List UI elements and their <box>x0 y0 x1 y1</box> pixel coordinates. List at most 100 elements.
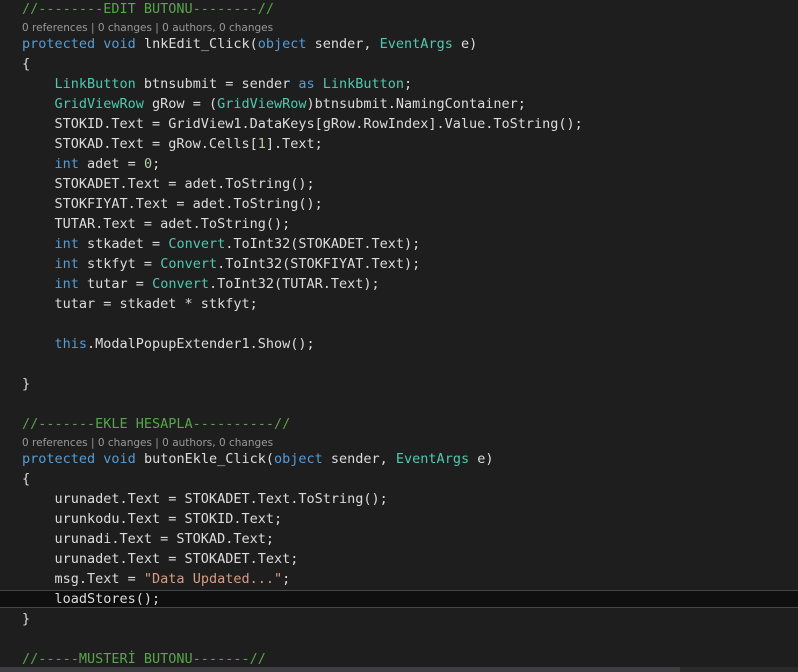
code-line[interactable]: { <box>0 54 798 74</box>
codelens-info[interactable]: 0 references | 0 changes | 0 authors, 0 … <box>22 436 273 450</box>
code-token-plain: msg.Text = <box>22 571 144 587</box>
code-token-plain: sender, <box>322 451 396 467</box>
code-token-plain: .ToInt32(STOKFIYAT.Text); <box>217 256 421 272</box>
code-line[interactable]: urunadi.Text = STOKAD.Text; <box>0 529 798 549</box>
codelens-info[interactable]: 0 references | 0 changes | 0 authors, 0 … <box>22 21 273 35</box>
code-line[interactable]: LinkButton btnsubmit = sender as LinkBut… <box>0 74 798 94</box>
code-token-plain: urunadi.Text = STOKAD.Text; <box>22 531 274 547</box>
code-token-plain: ].Text; <box>265 136 323 152</box>
code-token-keyword: int <box>54 156 79 172</box>
code-line[interactable]: STOKAD.Text = gRow.Cells[1].Text; <box>0 134 798 154</box>
code-token-plain: sender, <box>306 36 380 52</box>
code-line[interactable]: urunadet.Text = STOKADET.Text; <box>0 549 798 569</box>
code-line[interactable] <box>0 394 798 414</box>
code-line[interactable]: this.ModalPopupExtender1.Show(); <box>0 334 798 354</box>
code-token-plain: loadStores(); <box>22 591 161 607</box>
code-token-type: EventArgs <box>395 451 470 467</box>
code-line[interactable]: //-----MUSTERİ BUTONU-------// <box>0 649 798 669</box>
code-token-keyword: object <box>257 36 307 52</box>
code-line[interactable]: urunadet.Text = STOKADET.Text.ToString()… <box>0 489 798 509</box>
code-token-plain: stkfyt = <box>78 256 161 272</box>
code-line[interactable]: urunkodu.Text = STOKID.Text; <box>0 509 798 529</box>
code-line[interactable]: } <box>0 609 798 629</box>
code-line[interactable]: STOKFIYAT.Text = adet.ToString(); <box>0 194 798 214</box>
code-token-plain: ; <box>152 156 161 172</box>
code-token-plain: e) <box>469 451 494 467</box>
code-token-keyword: protected <box>22 451 96 467</box>
code-token-plain: tutar = <box>78 276 153 292</box>
code-line[interactable]: loadStores(); <box>0 589 798 609</box>
code-line[interactable]: int adet = 0; <box>0 154 798 174</box>
code-token-plain: adet = <box>78 156 144 172</box>
code-line[interactable]: //-------EKLE HESAPLA----------// <box>0 414 798 434</box>
code-token-type: LinkButton <box>322 76 405 92</box>
code-token-plain: STOKFIYAT.Text = adet.ToString(); <box>22 196 323 212</box>
code-token-plain: { <box>22 471 31 487</box>
code-token-comment: //--------EDIT BUTONU--------// <box>22 1 274 17</box>
code-token-comment: //-------EKLE HESAPLA----------// <box>22 416 291 432</box>
code-line[interactable]: { <box>0 469 798 489</box>
code-line[interactable]: int stkfyt = Convert.ToInt32(STOKFIYAT.T… <box>0 254 798 274</box>
code-token-plain: TUTAR.Text = adet.ToString(); <box>22 216 291 232</box>
code-line[interactable]: protected void lnkEdit_Click(object send… <box>0 34 798 54</box>
code-token-keyword: as <box>298 76 315 92</box>
code-token-plain: lnkEdit_Click( <box>135 36 258 52</box>
code-token-plain: gRow = ( <box>143 96 218 112</box>
code-line[interactable]: int tutar = Convert.ToInt32(TUTAR.Text); <box>0 274 798 294</box>
code-token-plain: .ToInt32(STOKADET.Text); <box>225 236 421 252</box>
code-token-keyword: int <box>54 276 79 292</box>
code-token-keyword: int <box>54 236 79 252</box>
code-line[interactable]: protected void butonEkle_Click(object se… <box>0 449 798 469</box>
code-line[interactable]: int stkadet = Convert.ToInt32(STOKADET.T… <box>0 234 798 254</box>
code-token-comment: //-----MUSTERİ BUTONU-------// <box>22 651 266 667</box>
code-token-plain: tutar = stkadet * stkfyt; <box>22 296 258 312</box>
code-token-plain: { <box>22 56 31 72</box>
code-token-type: GridViewRow <box>54 96 144 112</box>
code-token-plain: STOKID.Text = GridView1.DataKeys[gRow.Ro… <box>22 116 583 132</box>
code-line[interactable]: TUTAR.Text = adet.ToString(); <box>0 214 798 234</box>
code-line[interactable] <box>0 629 798 649</box>
code-token-plain: stkadet = <box>78 236 169 252</box>
code-token-type: EventArgs <box>379 36 453 52</box>
code-token-plain: .ModalPopupExtender1.Show(); <box>87 336 315 352</box>
code-line[interactable]: STOKID.Text = GridView1.DataKeys[gRow.Ro… <box>0 114 798 134</box>
code-token-plain: STOKAD.Text = gRow.Cells[ <box>22 136 258 152</box>
code-line[interactable]: STOKADET.Text = adet.ToString(); <box>0 174 798 194</box>
code-token-plain: .ToInt32(TUTAR.Text); <box>208 276 380 292</box>
code-token-number: 1 <box>257 136 266 152</box>
code-line[interactable] <box>0 314 798 334</box>
code-token-plain: urunkodu.Text = STOKID.Text; <box>22 511 283 527</box>
code-token-keyword: protected <box>22 36 96 52</box>
code-token-plain: } <box>22 611 31 627</box>
code-line[interactable]: msg.Text = "Data Updated..."; <box>0 569 798 589</box>
code-line[interactable] <box>0 354 798 374</box>
code-token-type: Convert <box>152 276 209 292</box>
code-editor[interactable]: //--------EDIT BUTONU--------// 0 referen… <box>0 0 798 672</box>
code-line[interactable]: } <box>0 374 798 394</box>
code-token-type: Convert <box>168 236 226 252</box>
code-token-plain: urunadet.Text = STOKADET.Text; <box>22 551 299 567</box>
code-token-plain: urunadet.Text = STOKADET.Text.ToString()… <box>22 491 388 507</box>
code-token-keyword: void <box>103 451 136 467</box>
code-line[interactable]: //--------EDIT BUTONU--------// <box>0 0 798 19</box>
code-token-keyword: void <box>103 36 136 52</box>
code-token-keyword: int <box>54 256 79 272</box>
code-token-string: "Data Updated..." <box>143 571 283 587</box>
code-token-keyword: this <box>54 336 88 352</box>
code-line[interactable]: GridViewRow gRow = (GridViewRow)btnsubmi… <box>0 94 798 114</box>
code-token-plain: )btnsubmit.NamingContainer; <box>306 96 526 112</box>
code-token-plain: ; <box>404 76 413 92</box>
code-token-keyword: object <box>273 451 323 467</box>
code-token-type: LinkButton <box>54 76 136 92</box>
code-line[interactable]: tutar = stkadet * stkfyt; <box>0 294 798 314</box>
code-token-plain: STOKADET.Text = adet.ToString(); <box>22 176 315 192</box>
code-token-plain: ; <box>282 571 291 587</box>
code-token-type: Convert <box>160 256 218 272</box>
